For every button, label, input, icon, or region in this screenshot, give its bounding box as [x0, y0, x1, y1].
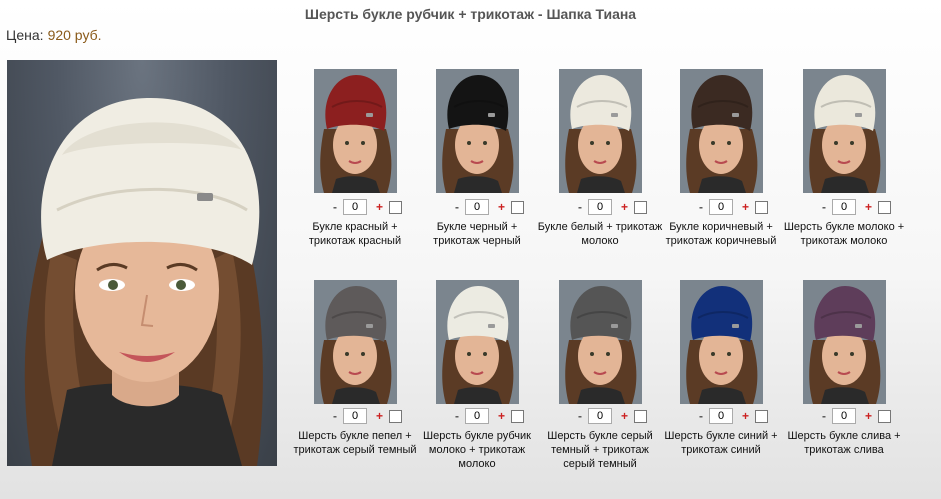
- quantity-input[interactable]: [832, 199, 856, 215]
- decrease-quantity-button[interactable]: -: [578, 409, 582, 423]
- quantity-input[interactable]: [343, 408, 367, 424]
- product-thumbnail[interactable]: [436, 280, 519, 404]
- product-thumbnail[interactable]: [314, 280, 397, 404]
- model-wearing-hat-image: [24, 97, 263, 466]
- price-value: 920 руб.: [47, 27, 102, 43]
- increase-quantity-button[interactable]: +: [498, 409, 505, 423]
- product-label: Шерсть букле слива + трикотаж слива: [787, 430, 901, 456]
- select-checkbox[interactable]: [878, 201, 891, 214]
- hat-product-image: [436, 280, 519, 404]
- decrease-quantity-button[interactable]: -: [455, 200, 459, 214]
- product-label: Букле коричневый + трикотаж коричневый: [665, 221, 777, 247]
- quantity-input[interactable]: [465, 408, 489, 424]
- hat-product-image: [803, 69, 886, 193]
- decrease-quantity-button[interactable]: -: [333, 200, 337, 214]
- quantity-control: -+: [566, 408, 676, 426]
- price: Цена: 920 руб.: [6, 27, 102, 43]
- hat-product-image: [436, 69, 519, 193]
- quantity-input[interactable]: [832, 408, 856, 424]
- increase-quantity-button[interactable]: +: [621, 200, 628, 214]
- increase-quantity-button[interactable]: +: [742, 409, 749, 423]
- quantity-control: -+: [810, 408, 920, 426]
- product-label: Шерсть букле молоко + трикотаж молоко: [783, 221, 905, 247]
- quantity-input[interactable]: [343, 199, 367, 215]
- select-checkbox[interactable]: [755, 201, 768, 214]
- product-thumbnail[interactable]: [559, 280, 642, 404]
- product-thumbnail[interactable]: [559, 69, 642, 193]
- page-title: Шерсть букле рубчик + трикотаж - Шапка Т…: [304, 6, 637, 22]
- decrease-quantity-button[interactable]: -: [822, 409, 826, 423]
- quantity-control: -+: [321, 408, 431, 426]
- product-thumbnail[interactable]: [314, 69, 397, 193]
- product-label: Букле черный + трикотаж черный: [433, 221, 521, 247]
- decrease-quantity-button[interactable]: -: [699, 200, 703, 214]
- decrease-quantity-button[interactable]: -: [578, 200, 582, 214]
- product-thumbnail[interactable]: [680, 280, 763, 404]
- product-thumbnail[interactable]: [436, 69, 519, 193]
- quantity-control: -+: [321, 199, 431, 217]
- product-thumbnail[interactable]: [803, 69, 886, 193]
- decrease-quantity-button[interactable]: -: [455, 409, 459, 423]
- product-label: Шерсть букле серый темный + трикотаж сер…: [547, 430, 653, 470]
- main-product-photo: [7, 60, 277, 466]
- quantity-input[interactable]: [709, 408, 733, 424]
- decrease-quantity-button[interactable]: -: [333, 409, 337, 423]
- quantity-control: -+: [443, 199, 553, 217]
- increase-quantity-button[interactable]: +: [865, 409, 872, 423]
- select-checkbox[interactable]: [634, 201, 647, 214]
- select-checkbox[interactable]: [634, 410, 647, 423]
- hat-product-image: [559, 69, 642, 193]
- hat-product-image: [314, 280, 397, 404]
- decrease-quantity-button[interactable]: -: [822, 200, 826, 214]
- increase-quantity-button[interactable]: +: [865, 200, 872, 214]
- hat-product-image: [680, 280, 763, 404]
- quantity-control: -+: [687, 408, 797, 426]
- quantity-input[interactable]: [588, 199, 612, 215]
- increase-quantity-button[interactable]: +: [498, 200, 505, 214]
- increase-quantity-button[interactable]: +: [742, 200, 749, 214]
- price-label: Цена:: [6, 27, 44, 43]
- select-checkbox[interactable]: [511, 410, 524, 423]
- increase-quantity-button[interactable]: +: [376, 200, 383, 214]
- product-thumbnail[interactable]: [680, 69, 763, 193]
- product-label: Шерсть букле синий + трикотаж синий: [664, 430, 778, 456]
- increase-quantity-button[interactable]: +: [621, 409, 628, 423]
- select-checkbox[interactable]: [878, 410, 891, 423]
- quantity-control: -+: [566, 199, 676, 217]
- product-label: Шерсть букле пепел + трикотаж серый темн…: [293, 430, 417, 456]
- select-checkbox[interactable]: [755, 410, 768, 423]
- hat-product-image: [803, 280, 886, 404]
- quantity-input[interactable]: [709, 199, 733, 215]
- quantity-input[interactable]: [588, 408, 612, 424]
- increase-quantity-button[interactable]: +: [376, 409, 383, 423]
- quantity-input[interactable]: [465, 199, 489, 215]
- product-label: Шерсть букле рубчик молоко + трикотаж мо…: [423, 430, 531, 470]
- select-checkbox[interactable]: [389, 201, 402, 214]
- product-label: Букле красный + трикотаж красный: [308, 221, 402, 247]
- quantity-control: -+: [810, 199, 920, 217]
- hat-product-image: [314, 69, 397, 193]
- quantity-control: -+: [687, 199, 797, 217]
- product-thumbnail[interactable]: [803, 280, 886, 404]
- select-checkbox[interactable]: [389, 410, 402, 423]
- decrease-quantity-button[interactable]: -: [699, 409, 703, 423]
- hat-product-image: [559, 280, 642, 404]
- hat-product-image: [680, 69, 763, 193]
- select-checkbox[interactable]: [511, 201, 524, 214]
- product-label: Букле белый + трикотаж молоко: [537, 221, 663, 247]
- quantity-control: -+: [443, 408, 553, 426]
